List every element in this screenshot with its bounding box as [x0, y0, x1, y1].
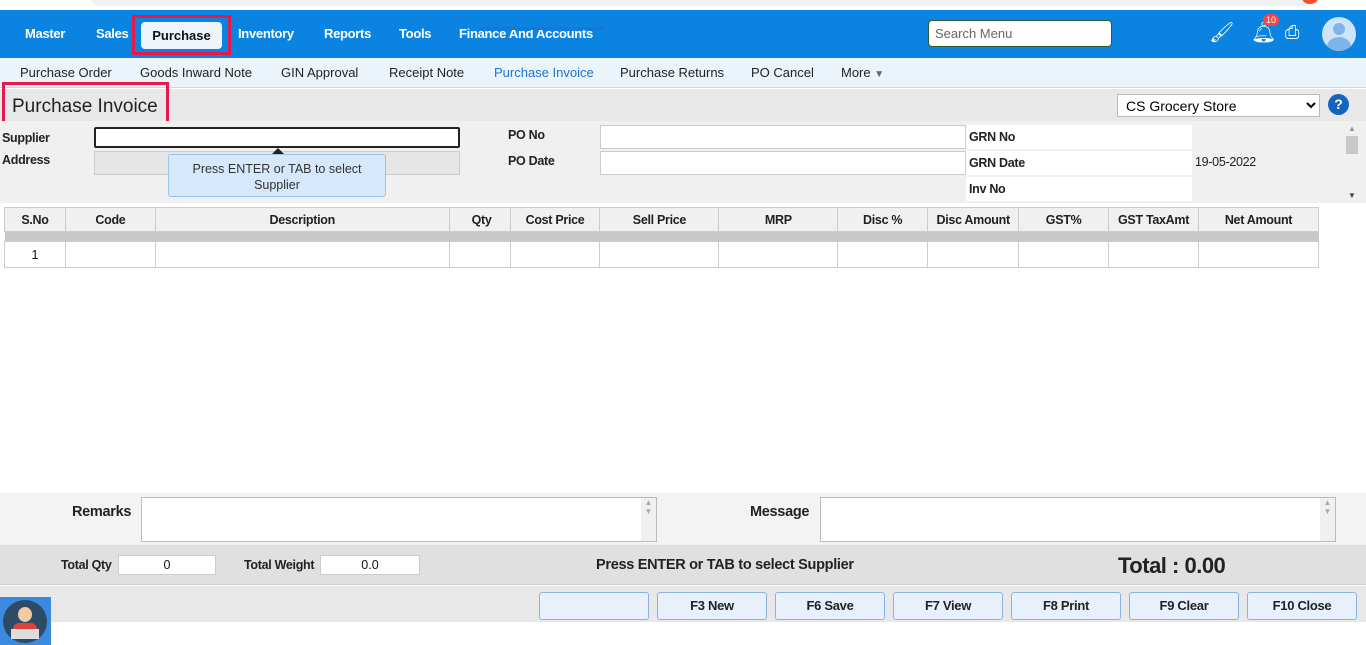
clear-button[interactable]: F9 Clear: [1129, 592, 1239, 620]
total-weight-label: Total Weight: [244, 558, 315, 572]
remarks-textarea[interactable]: ▲ ▼: [141, 497, 657, 542]
notification-badge: 10: [1263, 14, 1280, 26]
message-label: Message: [750, 504, 810, 520]
col-gst: GST%: [1018, 207, 1110, 232]
inv-no-label: Inv No: [969, 182, 1006, 196]
nav-sales[interactable]: Sales: [96, 26, 129, 41]
col-description: Description: [154, 207, 450, 232]
col-net-amount: Net Amount: [1198, 207, 1319, 232]
totals-bar: Total Qty 0 Total Weight 0.0 Press ENTER…: [0, 545, 1366, 585]
action-bar: F3 New F6 Save F7 View F8 Print F9 Clear…: [0, 586, 1366, 622]
tab-purchase-returns[interactable]: Purchase Returns: [620, 65, 724, 80]
remarks-area: Remarks ▲ ▼ Message ▲ ▼: [0, 493, 1366, 545]
browser-chrome: [0, 0, 1366, 10]
col-code: Code: [64, 207, 156, 232]
col-gst-taxamt: GST TaxAmt: [1108, 207, 1200, 232]
nav-purchase-label: Purchase: [141, 22, 222, 49]
save-button[interactable]: F6 Save: [775, 592, 885, 620]
col-sell-price: Sell Price: [599, 207, 720, 232]
col-disc-pct: Disc %: [837, 207, 929, 232]
printer-icon[interactable]: ⎙: [1285, 22, 1299, 43]
col-qty: Qty: [448, 207, 511, 232]
cell-description[interactable]: [154, 241, 450, 268]
po-no-label: PO No: [508, 128, 545, 142]
remarks-label: Remarks: [72, 504, 132, 520]
new-button[interactable]: F3 New: [657, 592, 767, 620]
message-textarea[interactable]: ▲ ▼: [820, 497, 1336, 542]
supplier-label: Supplier: [2, 131, 50, 145]
sub-nav: Purchase Order Goods Inward Note GIN App…: [0, 58, 1366, 88]
po-date-label: PO Date: [508, 154, 555, 168]
nav-reports[interactable]: Reports: [324, 26, 371, 41]
form-scrollbar[interactable]: ▲ ▼: [1345, 124, 1359, 200]
supplier-tooltip: Press ENTER or TAB to select Supplier: [168, 148, 386, 197]
cell-net-amount[interactable]: [1198, 241, 1319, 268]
col-sno: S.No: [4, 207, 66, 232]
grn-no-row: GRN No: [966, 125, 1192, 149]
close-button[interactable]: F10 Close: [1247, 592, 1357, 620]
tab-purchase-order[interactable]: Purchase Order: [20, 65, 112, 80]
nav-master[interactable]: Master: [25, 26, 65, 41]
total-qty-label: Total Qty: [61, 558, 112, 572]
col-disc-amount: Disc Amount: [927, 207, 1020, 232]
cell-cost-price[interactable]: [509, 241, 601, 268]
active-tab-indicator: [479, 27, 605, 30]
status-message: Press ENTER or TAB to select Supplier: [596, 557, 854, 573]
support-assistant-icon[interactable]: [0, 597, 51, 645]
total-qty-value: 0: [118, 555, 216, 575]
page-title: Purchase Invoice: [12, 96, 158, 117]
grn-no-label: GRN No: [969, 130, 1016, 144]
page-title-highlight: Purchase Invoice: [2, 82, 169, 124]
more-label: More: [841, 65, 871, 80]
avatar[interactable]: [1322, 17, 1356, 51]
cell-mrp[interactable]: [718, 241, 839, 268]
cell-gst[interactable]: [1018, 241, 1110, 268]
inv-no-row: Inv No: [966, 177, 1192, 201]
cell-code[interactable]: [64, 241, 156, 268]
po-date-input[interactable]: [600, 151, 966, 175]
cell-disc-amount[interactable]: [927, 241, 1020, 268]
nav-inventory[interactable]: Inventory: [238, 26, 294, 41]
tab-receipt-note[interactable]: Receipt Note: [389, 65, 464, 80]
table-row[interactable]: 1: [4, 241, 1319, 268]
supplier-input[interactable]: [94, 127, 460, 148]
items-table: S.No Code Description Qty Cost Price Sel…: [4, 207, 1319, 268]
top-nav: Master Sales Purchase Inventory Reports …: [0, 10, 1366, 58]
paintbrush-icon[interactable]: 🖌︎: [1209, 20, 1234, 45]
tab-more[interactable]: More ▼: [841, 65, 884, 80]
print-button[interactable]: F8 Print: [1011, 592, 1121, 620]
col-mrp: MRP: [718, 207, 839, 232]
grn-date-row: GRN Date: [966, 151, 1192, 175]
blank-button[interactable]: [539, 592, 649, 620]
cell-sno: 1: [4, 241, 66, 268]
total-weight-value: 0.0: [320, 555, 420, 575]
tab-purchase-invoice[interactable]: Purchase Invoice: [494, 65, 594, 80]
cell-gst-taxamt[interactable]: [1108, 241, 1200, 268]
col-cost-price: Cost Price: [509, 207, 601, 232]
cell-qty[interactable]: [448, 241, 511, 268]
nav-tools[interactable]: Tools: [399, 26, 432, 41]
search-menu-input[interactable]: [928, 20, 1112, 47]
nav-purchase[interactable]: Purchase: [132, 15, 231, 55]
caret-down-icon: ▼: [874, 69, 885, 80]
cell-sell-price[interactable]: [599, 241, 720, 268]
po-no-input[interactable]: [600, 125, 966, 149]
store-select[interactable]: CS Grocery Store: [1117, 94, 1320, 117]
help-icon[interactable]: ?: [1328, 94, 1349, 115]
grand-total: Total : 0.00: [1118, 553, 1226, 578]
address-label: Address: [2, 153, 50, 167]
grn-date-label: GRN Date: [969, 156, 1025, 170]
cell-disc-pct[interactable]: [837, 241, 929, 268]
tab-goods-inward-note[interactable]: Goods Inward Note: [140, 65, 252, 80]
view-button[interactable]: F7 View: [893, 592, 1003, 620]
tab-gin-approval[interactable]: GIN Approval: [281, 65, 358, 80]
grn-date-value: 19-05-2022: [1195, 155, 1256, 169]
tab-po-cancel[interactable]: PO Cancel: [751, 65, 814, 80]
